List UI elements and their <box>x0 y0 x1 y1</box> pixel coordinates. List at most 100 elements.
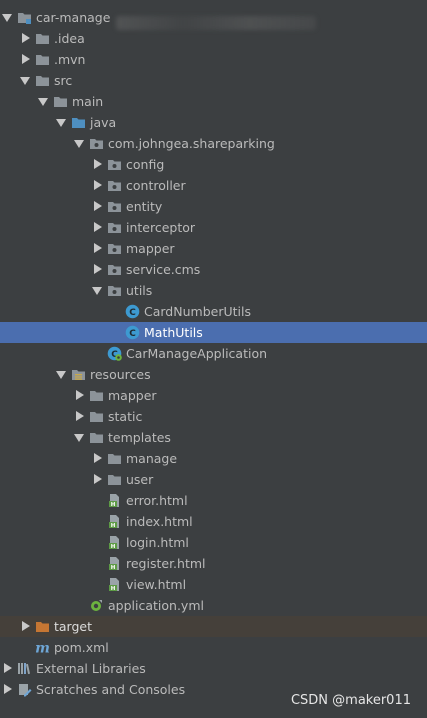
folder-icon <box>35 73 50 88</box>
no-arrow <box>91 490 103 511</box>
expand-arrow-icon[interactable] <box>91 259 103 280</box>
expand-arrow-icon[interactable] <box>91 448 103 469</box>
tree-row[interactable]: mapper <box>0 238 427 259</box>
html-file-icon: H <box>107 577 122 592</box>
tree-row[interactable]: entity <box>0 196 427 217</box>
tree-row[interactable]: controller <box>0 175 427 196</box>
tree-row[interactable]: resources <box>0 364 427 385</box>
tree-item-label: .idea <box>54 31 85 46</box>
expand-arrow-icon[interactable] <box>91 154 103 175</box>
tree-row[interactable]: java <box>0 112 427 133</box>
tree-row[interactable]: manage <box>0 448 427 469</box>
tree-row[interactable]: interceptor <box>0 217 427 238</box>
expand-arrow-icon[interactable] <box>73 385 85 406</box>
folder-icon <box>107 451 122 466</box>
tree-row[interactable]: service.cms <box>0 259 427 280</box>
tree-row[interactable]: External Libraries <box>0 658 427 679</box>
expand-arrow-icon[interactable] <box>91 196 103 217</box>
html-file-icon: H <box>107 535 122 550</box>
collapse-arrow-icon[interactable] <box>73 427 85 448</box>
collapse-arrow-icon[interactable] <box>37 91 49 112</box>
tree-row[interactable]: car-manage <box>0 7 427 30</box>
tree-item-label: application.yml <box>108 598 204 613</box>
no-arrow <box>109 301 121 322</box>
collapse-arrow-icon[interactable] <box>1 7 13 28</box>
expand-arrow-icon[interactable] <box>73 406 85 427</box>
package-icon <box>107 241 122 256</box>
project-tree: car-manage .idea .mvn src main java com.johnge… <box>0 0 427 700</box>
collapse-arrow-icon[interactable] <box>73 133 85 154</box>
tree-row[interactable]: Hindex.html <box>0 511 427 532</box>
tree-item-label: External Libraries <box>36 661 146 676</box>
tree-item-label: utils <box>126 283 153 298</box>
tree-item-label: mapper <box>126 241 175 256</box>
tree-row[interactable]: com.johngea.shareparking <box>0 133 427 154</box>
expand-arrow-icon[interactable] <box>91 469 103 490</box>
tree-item-label: view.html <box>126 577 187 592</box>
tree-item-label: pom.xml <box>54 640 109 655</box>
tree-row[interactable]: Hregister.html <box>0 553 427 574</box>
tree-item-label: templates <box>108 430 171 445</box>
collapse-arrow-icon[interactable] <box>55 364 67 385</box>
expand-arrow-icon[interactable] <box>91 217 103 238</box>
tree-item-label: resources <box>90 367 151 382</box>
folder-icon <box>89 409 104 424</box>
package-icon <box>107 199 122 214</box>
tree-row[interactable]: templates <box>0 427 427 448</box>
watermark: CSDN @maker011 <box>290 693 411 708</box>
svg-text:H: H <box>111 502 116 508</box>
tree-row[interactable]: src <box>0 70 427 91</box>
module-folder-icon <box>17 10 32 25</box>
folder-icon <box>107 472 122 487</box>
expand-arrow-icon[interactable] <box>1 658 13 679</box>
tree-row[interactable]: .idea <box>0 28 427 49</box>
expand-arrow-icon[interactable] <box>19 28 31 49</box>
html-file-icon: H <box>107 556 122 571</box>
collapse-arrow-icon[interactable] <box>19 70 31 91</box>
tree-row[interactable]: static <box>0 406 427 427</box>
expand-arrow-icon[interactable] <box>1 679 13 700</box>
collapse-arrow-icon[interactable] <box>91 280 103 301</box>
tree-row[interactable]: config <box>0 154 427 175</box>
tree-item-label: com.johngea.shareparking <box>108 136 275 151</box>
collapse-arrow-icon[interactable] <box>55 112 67 133</box>
tree-row[interactable]: mapper <box>0 385 427 406</box>
tree-row[interactable]: utils <box>0 280 427 301</box>
svg-text:H: H <box>111 544 116 550</box>
svg-text:H: H <box>111 523 116 529</box>
folder-icon <box>35 31 50 46</box>
no-arrow <box>109 322 121 343</box>
tree-item-label: main <box>72 94 104 109</box>
no-arrow <box>91 343 103 364</box>
no-arrow <box>91 574 103 595</box>
tree-row[interactable]: user <box>0 469 427 490</box>
tree-row[interactable]: C CarManageApplication <box>0 343 427 364</box>
tree-row[interactable]: C CardNumberUtils <box>0 301 427 322</box>
expand-arrow-icon[interactable] <box>19 616 31 637</box>
tree-item-label: MathUtils <box>144 325 203 340</box>
folder-icon <box>89 430 104 445</box>
tree-item-label: CarManageApplication <box>126 346 268 361</box>
expand-arrow-icon[interactable] <box>19 49 31 70</box>
spring-yml-icon <box>89 598 104 613</box>
tree-item-label: entity <box>126 199 163 214</box>
tree-row[interactable]: application.yml <box>0 595 427 616</box>
folder-icon <box>53 94 68 109</box>
tree-row[interactable]: m pom.xml <box>0 637 427 658</box>
tree-row[interactable]: Hview.html <box>0 574 427 595</box>
tree-item-label: config <box>126 157 165 172</box>
tree-item-label: register.html <box>126 556 206 571</box>
no-arrow <box>91 553 103 574</box>
class-icon: C <box>125 304 140 319</box>
tree-row[interactable]: C MathUtils <box>0 322 427 343</box>
expand-arrow-icon[interactable] <box>91 238 103 259</box>
tree-row[interactable]: Herror.html <box>0 490 427 511</box>
tree-row[interactable]: target <box>0 616 427 637</box>
svg-text:H: H <box>111 565 116 571</box>
tree-row[interactable]: Hlogin.html <box>0 532 427 553</box>
tree-row[interactable]: .mvn <box>0 49 427 70</box>
tree-row[interactable]: main <box>0 91 427 112</box>
svg-text:H: H <box>111 586 116 592</box>
expand-arrow-icon[interactable] <box>91 175 103 196</box>
tree-item-label: car-manage <box>36 10 111 25</box>
